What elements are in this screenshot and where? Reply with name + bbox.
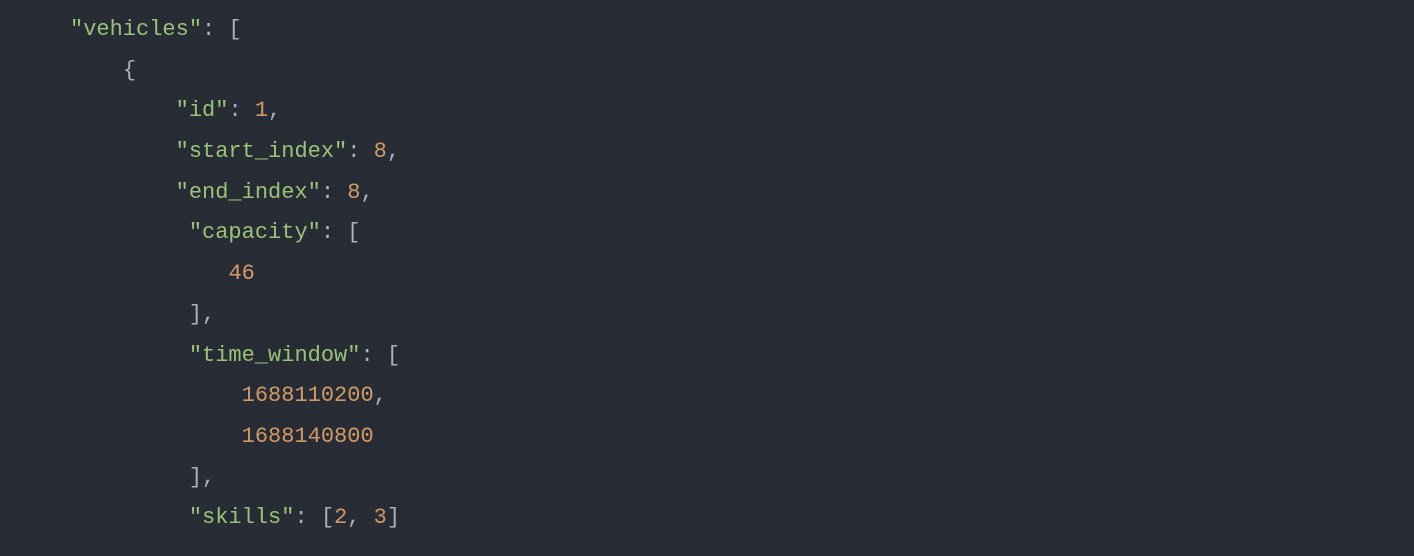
code-token-punct: , bbox=[360, 180, 373, 205]
code-line: 1688110200, bbox=[70, 376, 1414, 417]
code-token-number: 8 bbox=[347, 180, 360, 205]
code-line: "skills": [2, 3] bbox=[70, 498, 1414, 539]
code-line: 1688140800 bbox=[70, 417, 1414, 458]
code-token-key: "skills" bbox=[189, 505, 295, 530]
code-token-punct: : bbox=[321, 180, 347, 205]
code-token-punct: : [ bbox=[321, 220, 361, 245]
code-token-key: "id" bbox=[176, 98, 229, 123]
code-line: "capacity": [ bbox=[70, 213, 1414, 254]
code-token-punct: ], bbox=[189, 302, 215, 327]
code-line: "time_window": [ bbox=[70, 336, 1414, 377]
code-line: { bbox=[70, 51, 1414, 92]
code-token-punct: : [ bbox=[294, 505, 334, 530]
code-line: ], bbox=[70, 458, 1414, 499]
code-token-punct: ] bbox=[387, 505, 400, 530]
code-line: ], bbox=[70, 295, 1414, 336]
code-token-punct: , bbox=[268, 98, 281, 123]
code-token-punct: , bbox=[387, 139, 400, 164]
code-token-key: "vehicles" bbox=[70, 17, 202, 42]
code-token-number: 1688140800 bbox=[242, 424, 374, 449]
code-token-number: 3 bbox=[374, 505, 387, 530]
code-token-key: "end_index" bbox=[176, 180, 321, 205]
code-token-punct: : [ bbox=[360, 343, 400, 368]
code-token-punct: ], bbox=[189, 465, 215, 490]
code-token-key: "start_index" bbox=[176, 139, 348, 164]
code-line: "start_index": 8, bbox=[70, 132, 1414, 173]
code-token-punct: , bbox=[374, 383, 387, 408]
code-token-number: 1688110200 bbox=[242, 383, 374, 408]
code-line: "end_index": 8, bbox=[70, 173, 1414, 214]
code-token-punct: , bbox=[347, 505, 373, 530]
code-token-number: 2 bbox=[334, 505, 347, 530]
code-token-number: 46 bbox=[228, 261, 254, 286]
code-token-number: 8 bbox=[374, 139, 387, 164]
code-token-punct: : bbox=[347, 139, 373, 164]
code-token-key: "capacity" bbox=[189, 220, 321, 245]
code-token-punct: : bbox=[228, 98, 254, 123]
code-token-punct: : [ bbox=[202, 17, 242, 42]
code-token-key: "time_window" bbox=[189, 343, 361, 368]
code-token-punct: { bbox=[123, 58, 136, 83]
code-token-number: 1 bbox=[255, 98, 268, 123]
code-line: 46 bbox=[70, 254, 1414, 295]
code-line: "vehicles": [ bbox=[70, 10, 1414, 51]
code-line: "id": 1, bbox=[70, 91, 1414, 132]
code-block: "vehicles": [ { "id": 1, "start_index": … bbox=[0, 10, 1414, 539]
